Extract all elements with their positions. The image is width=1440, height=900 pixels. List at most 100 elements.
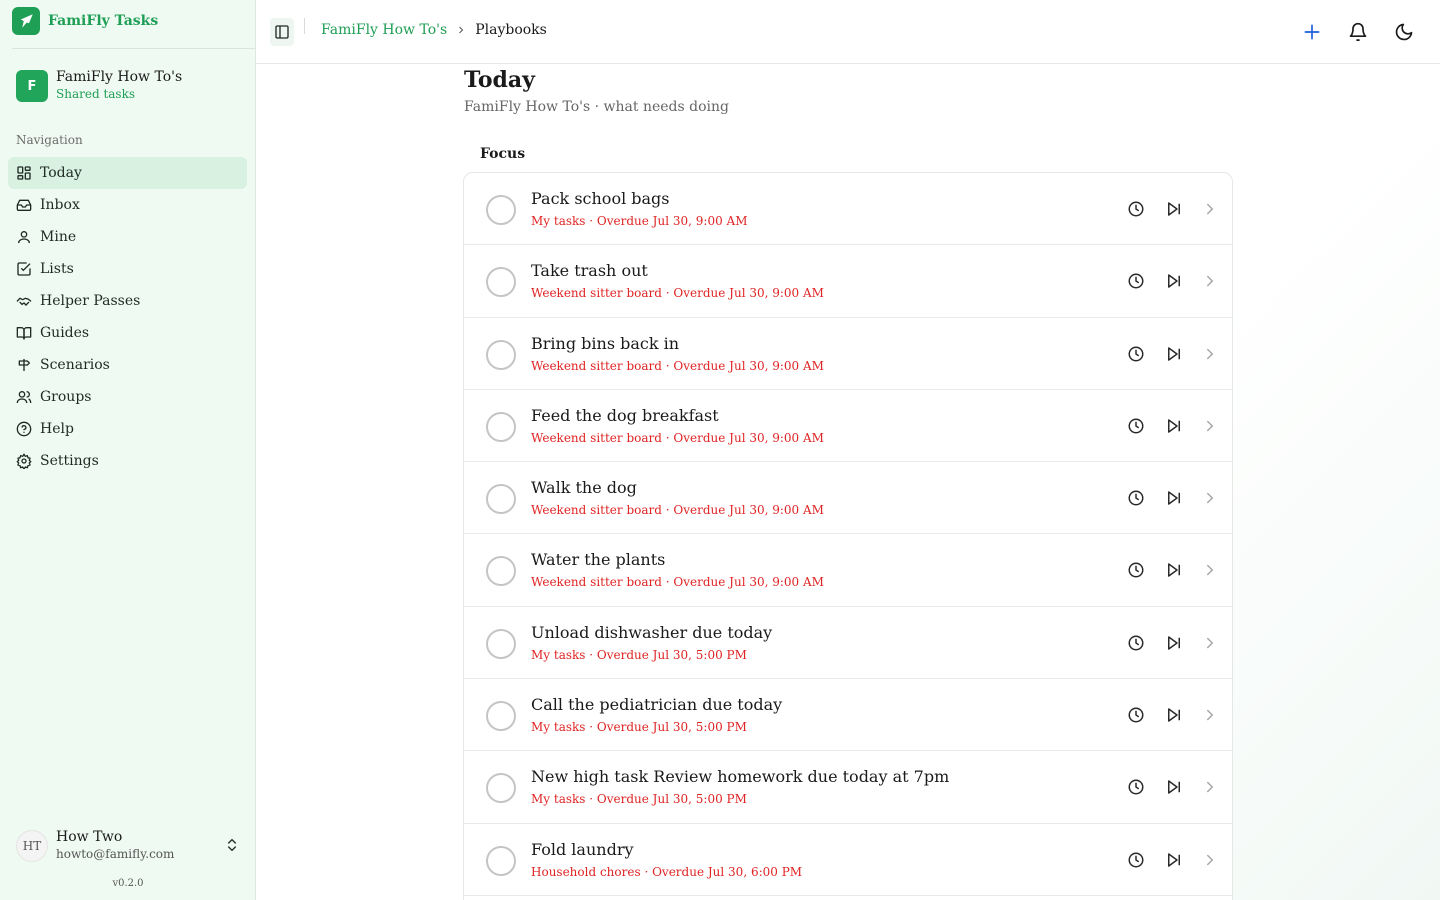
chevron-right-icon[interactable] bbox=[1201, 851, 1219, 869]
chevron-right-icon[interactable] bbox=[1201, 778, 1219, 796]
clock-icon[interactable] bbox=[1127, 345, 1145, 363]
clock-icon[interactable] bbox=[1127, 417, 1145, 435]
bell-icon bbox=[1349, 22, 1367, 42]
sidebar-item-label: Guides bbox=[40, 325, 90, 341]
task-row[interactable]: Fold laundry Household chores · Overdue … bbox=[464, 824, 1232, 896]
complete-checkbox[interactable] bbox=[486, 845, 516, 876]
task-row[interactable]: New high task Review homework due today … bbox=[464, 751, 1232, 824]
top-header: FamiFly How To's Playbooks bbox=[256, 0, 1440, 64]
sidebar-item-label: Settings bbox=[40, 453, 99, 469]
clock-icon[interactable] bbox=[1127, 851, 1145, 869]
task-row[interactable]: Call the pediatrician due today My tasks… bbox=[464, 679, 1232, 752]
sidebar-item-today[interactable]: Today bbox=[8, 157, 247, 189]
sidebar-item-groups[interactable]: Groups bbox=[8, 381, 247, 413]
sidebar-item-inbox[interactable]: Inbox bbox=[8, 189, 247, 221]
clock-icon[interactable] bbox=[1127, 272, 1145, 290]
skip-forward-icon[interactable] bbox=[1165, 200, 1183, 218]
app-name: FamiFly Tasks bbox=[48, 13, 159, 29]
avatar: HT bbox=[16, 830, 48, 862]
sidebar-item-scenarios[interactable]: Scenarios bbox=[8, 349, 247, 381]
sidebar-item-helper-passes[interactable]: Helper Passes bbox=[8, 285, 247, 317]
sidebar-item-label: Help bbox=[40, 421, 74, 437]
task-row[interactable]: Take trash out Weekend sitter board · Ov… bbox=[464, 245, 1232, 318]
complete-checkbox[interactable] bbox=[486, 701, 516, 732]
chevron-right-icon[interactable] bbox=[1201, 561, 1219, 579]
sidebar-item-help[interactable]: Help bbox=[8, 413, 247, 445]
notifications-button[interactable] bbox=[1346, 20, 1370, 44]
chevrons-up-down-icon[interactable] bbox=[224, 837, 240, 853]
task-meta: Weekend sitter board · Overdue Jul 30, 9… bbox=[531, 503, 824, 518]
chevron-right-icon[interactable] bbox=[1201, 345, 1219, 363]
chevron-right-icon[interactable] bbox=[1201, 634, 1219, 652]
clock-icon[interactable] bbox=[1127, 778, 1145, 796]
complete-checkbox[interactable] bbox=[486, 484, 516, 515]
skip-forward-icon[interactable] bbox=[1165, 561, 1183, 579]
brand[interactable]: FamiFly Tasks bbox=[12, 6, 158, 36]
task-row[interactable]: Pack school bags My tasks · Overdue Jul … bbox=[464, 173, 1232, 246]
sidebar-item-label: Helper Passes bbox=[40, 293, 141, 309]
task-row[interactable]: Unload dishwasher due today My tasks · O… bbox=[464, 607, 1232, 680]
chevron-right-icon[interactable] bbox=[1201, 489, 1219, 507]
sidebar-item-label: Groups bbox=[40, 389, 92, 405]
complete-checkbox[interactable] bbox=[486, 773, 516, 804]
skip-forward-icon[interactable] bbox=[1165, 345, 1183, 363]
user-menu[interactable]: HT How Two howto@famifly.com bbox=[16, 829, 240, 863]
task-row[interactable]: Water the plants Weekend sitter board · … bbox=[464, 534, 1232, 607]
clock-icon[interactable] bbox=[1127, 634, 1145, 652]
workspace-switcher[interactable]: F FamiFly How To's Shared tasks bbox=[16, 69, 182, 103]
task-title: Call the pediatrician due today bbox=[531, 695, 783, 715]
add-button[interactable] bbox=[1300, 20, 1324, 44]
skip-forward-icon[interactable] bbox=[1165, 634, 1183, 652]
sidebar-nav: Today Inbox Mine Lists Helper Passes Gui… bbox=[8, 157, 247, 477]
clock-icon[interactable] bbox=[1127, 561, 1145, 579]
sidebar-toggle-button[interactable] bbox=[270, 18, 294, 46]
skip-forward-icon[interactable] bbox=[1165, 851, 1183, 869]
complete-checkbox[interactable] bbox=[486, 339, 516, 370]
user-icon bbox=[18, 231, 30, 244]
task-title: Unload dishwasher due today bbox=[531, 622, 773, 642]
task-title: Water the plants bbox=[531, 550, 666, 570]
breadcrumb-link[interactable]: FamiFly How To's bbox=[321, 22, 447, 38]
sidebar-item-guides[interactable]: Guides bbox=[8, 317, 247, 349]
workspace-subtitle: Shared tasks bbox=[56, 87, 136, 101]
complete-checkbox[interactable] bbox=[486, 556, 516, 587]
chevron-right-icon[interactable] bbox=[1201, 200, 1219, 218]
task-row[interactable]: Bring bins back in Weekend sitter board … bbox=[464, 318, 1232, 390]
task-row[interactable]: Feed the dog breakfast Weekend sitter bo… bbox=[464, 390, 1232, 463]
skip-forward-icon[interactable] bbox=[1165, 778, 1183, 796]
breadcrumb: FamiFly How To's Playbooks bbox=[321, 22, 547, 38]
feather-logo-icon bbox=[12, 7, 40, 35]
clock-icon[interactable] bbox=[1127, 489, 1145, 507]
chevron-right-icon bbox=[459, 26, 464, 34]
chevron-right-icon[interactable] bbox=[1201, 272, 1219, 290]
task-meta: Weekend sitter board · Overdue Jul 30, 9… bbox=[531, 430, 824, 445]
complete-checkbox[interactable] bbox=[486, 195, 516, 225]
moon-icon bbox=[1395, 23, 1413, 41]
breadcrumb-current: Playbooks bbox=[475, 22, 547, 38]
sidebar: FamiFly Tasks F FamiFly How To's Shared … bbox=[0, 0, 256, 900]
task-meta: My tasks · Overdue Jul 30, 9:00 AM bbox=[531, 214, 748, 228]
task-row[interactable]: Walk the dog Weekend sitter board · Over… bbox=[464, 462, 1232, 535]
complete-checkbox[interactable] bbox=[486, 411, 516, 442]
task-meta: My tasks · Overdue Jul 30, 5:00 PM bbox=[531, 792, 747, 807]
workspace-name: FamiFly How To's bbox=[56, 69, 183, 85]
complete-checkbox[interactable] bbox=[486, 267, 516, 298]
task-title: Walk the dog bbox=[531, 478, 637, 498]
chevron-right-icon[interactable] bbox=[1201, 417, 1219, 435]
sidebar-item-settings[interactable]: Settings bbox=[8, 445, 247, 477]
skip-forward-icon[interactable] bbox=[1165, 417, 1183, 435]
panel-left-icon bbox=[275, 25, 289, 39]
complete-checkbox[interactable] bbox=[486, 628, 516, 659]
skip-forward-icon[interactable] bbox=[1165, 489, 1183, 507]
skip-forward-icon[interactable] bbox=[1165, 706, 1183, 724]
workspace-avatar: F bbox=[16, 70, 48, 102]
sidebar-item-lists[interactable]: Lists bbox=[8, 253, 247, 285]
sidebar-item-label: Lists bbox=[40, 261, 74, 277]
theme-toggle-button[interactable] bbox=[1392, 20, 1416, 44]
gear-icon bbox=[16, 453, 32, 469]
clock-icon[interactable] bbox=[1127, 706, 1145, 724]
skip-forward-icon[interactable] bbox=[1165, 272, 1183, 290]
chevron-right-icon[interactable] bbox=[1201, 706, 1219, 724]
sidebar-item-mine[interactable]: Mine bbox=[8, 221, 247, 253]
clock-icon[interactable] bbox=[1127, 200, 1145, 218]
